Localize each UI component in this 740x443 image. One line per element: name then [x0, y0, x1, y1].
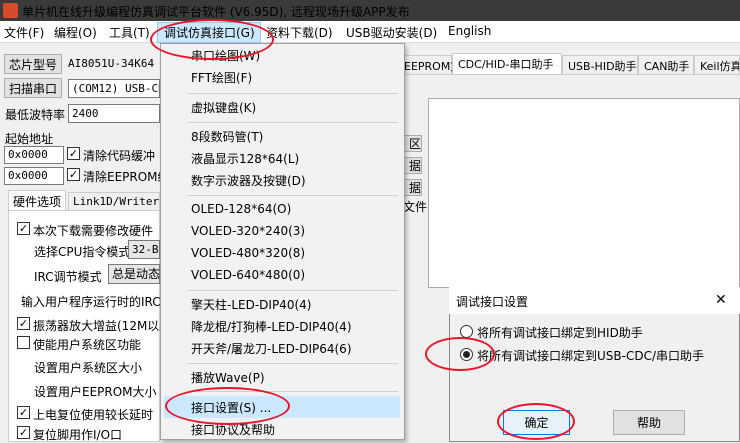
start-addr-input-1[interactable]: 0x0000 — [4, 146, 64, 164]
irc-mode-label: IRC调节模式 — [34, 270, 102, 284]
user-sys-size-label: 设置用户系统区大小 — [34, 361, 143, 375]
start-addr-input-2[interactable]: 0x0000 — [4, 167, 64, 185]
clear-code-label: 清除代码缓冲 — [83, 149, 156, 163]
reset-pin-io-checkbox[interactable]: ✓ — [17, 426, 30, 439]
tab-hardware-options[interactable]: 硬件选项 — [8, 190, 66, 210]
partial-file-label: 文件 — [403, 200, 428, 214]
tab-usb-hid[interactable]: USB-HID助手 — [562, 55, 638, 75]
start-addr-label: 起始地址 — [5, 132, 54, 146]
irc-mode-select[interactable]: 总是动态 — [108, 264, 160, 284]
chip-model-button[interactable]: 芯片型号 — [4, 54, 62, 74]
dropdown-separator — [188, 93, 398, 94]
receive-buffer[interactable] — [428, 98, 740, 288]
baud-select[interactable]: 2400 — [68, 104, 160, 123]
dd-voled-480[interactable]: VOLED-480*320(8) — [191, 246, 305, 260]
dd-virtual-keyboard[interactable]: 虚拟键盘(K) — [191, 99, 256, 116]
menu-english[interactable]: English — [448, 24, 491, 38]
partial-button-2[interactable]: 据 — [403, 157, 422, 174]
clear-eeprom-checkbox[interactable]: ✓ — [67, 168, 80, 181]
annotation-oval-menu — [150, 19, 274, 60]
dd-oscilloscope[interactable]: 数字示波器及按键(D) — [191, 172, 306, 189]
dd-play-wave[interactable]: 播放Wave(P) — [191, 369, 265, 386]
partial-button-3[interactable]: 据 — [403, 179, 422, 196]
tab-eeprom-file[interactable]: EEPROM文件 — [398, 55, 472, 75]
dropdown-separator — [188, 363, 398, 364]
power-on-reset-label: 上电复位使用较长延时 — [33, 408, 154, 422]
menu-downloads[interactable]: 资料下载(D) — [266, 24, 333, 41]
port-select[interactable]: (COM12) USB-CDC — [68, 79, 160, 98]
tab-can[interactable]: CAN助手 — [638, 55, 694, 75]
radio-bind-cdc-label: 将所有调试接口绑定到USB-CDC/串口助手 — [477, 349, 705, 363]
cpu-mode-label: 选择CPU指令模式 — [34, 245, 131, 259]
dd-7seg[interactable]: 8段数码管(T) — [191, 128, 263, 145]
dd-led-dip64[interactable]: 开天斧/屠龙刀-LED-DIP64(6) — [191, 340, 352, 357]
window-title: 单片机在线升级编程仿真调试平台软件 (V6.95D), 远程现场升级APP发布 — [22, 5, 410, 19]
annotation-oval-radio — [425, 337, 495, 371]
radio-bind-hid-label: 将所有调试接口绑定到HID助手 — [477, 326, 643, 340]
menu-usb-driver[interactable]: USB驱动安装(D) — [346, 24, 437, 41]
dd-voled-640[interactable]: VOLED-640*480(0) — [191, 268, 305, 282]
dropdown-gutter — [161, 44, 187, 439]
baud-label: 最低波特率 — [5, 108, 66, 122]
dd-fft-plot[interactable]: FFT绘图(F) — [191, 69, 252, 86]
dd-lcd-128x64[interactable]: 液晶显示128*64(L) — [191, 150, 299, 167]
dropdown-separator — [188, 122, 398, 123]
menu-program[interactable]: 编程(O) — [54, 24, 97, 41]
user-sys-area-label: 使能用户系统区功能 — [33, 338, 142, 352]
scan-port-button[interactable]: 扫描串口 — [4, 78, 62, 98]
user-eeprom-size-label: 设置用户EEPROM大小 — [34, 385, 157, 399]
annotation-oval-settings — [165, 387, 290, 425]
tab-link1d[interactable]: Link1D/Writer1 — [68, 192, 160, 210]
annotation-oval-ok — [497, 403, 575, 440]
dialog-help-button[interactable]: 帮助 — [613, 410, 685, 435]
user-sys-area-checkbox[interactable] — [17, 336, 30, 349]
dd-led-dip40-a[interactable]: 擎天柱-LED-DIP40(4) — [191, 296, 311, 313]
osc-gain-checkbox[interactable]: ✓ — [17, 317, 30, 330]
dialog-title: 调试接口设置 — [456, 295, 529, 309]
modify-hw-checkbox[interactable]: ✓ — [17, 222, 30, 235]
partial-button-1[interactable]: 区 — [403, 135, 422, 152]
dd-voled-320[interactable]: VOLED-320*240(3) — [191, 224, 305, 238]
menu-file[interactable]: 文件(F) — [4, 24, 44, 41]
dialog-close-icon[interactable]: ✕ — [715, 292, 727, 308]
dropdown-separator — [188, 290, 398, 291]
irc-input-label: 输入用户程序运行时的IRC — [21, 295, 160, 309]
clear-eeprom-label: 清除EEPROM缓 — [83, 170, 170, 184]
cpu-mode-select[interactable]: 32-B — [128, 240, 160, 259]
tab-keil-sim[interactable]: Keil仿真 — [694, 55, 740, 75]
dropdown-separator — [188, 195, 398, 196]
dd-led-dip40-b[interactable]: 降龙棍/打狗棒-LED-DIP40(4) — [191, 318, 352, 335]
clear-code-checkbox[interactable]: ✓ — [67, 147, 80, 160]
tab-cdc-hid-serial[interactable]: CDC/HID-串口助手 — [452, 53, 562, 75]
modify-hw-label: 本次下载需要修改硬件 — [33, 224, 154, 238]
dd-oled-128x64[interactable]: OLED-128*64(O) — [191, 202, 291, 216]
osc-gain-label: 振荡器放大增益(12M以上 — [33, 319, 160, 333]
menu-tools[interactable]: 工具(T) — [109, 24, 150, 41]
reset-pin-io-label: 复位脚用作I/O口 — [33, 428, 123, 442]
chip-model-value: AI8051U-34K64 — [68, 57, 155, 70]
power-on-reset-checkbox[interactable]: ✓ — [17, 406, 30, 419]
app-icon — [3, 3, 18, 18]
